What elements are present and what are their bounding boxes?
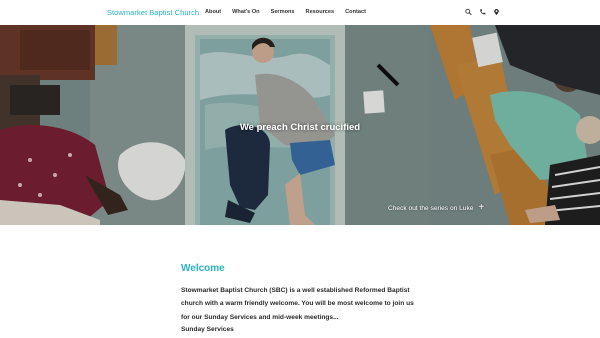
site-brand-link[interactable]: Stowmarket Baptist Church — [107, 8, 199, 17]
nav-item-resources[interactable]: Resources — [306, 9, 335, 15]
nav-item-contact[interactable]: Contact — [345, 9, 366, 15]
hero-title: We preach Christ crucified — [239, 122, 361, 133]
welcome-heading: Welcome — [181, 263, 225, 274]
site-header: Stowmarket Baptist Church About What's O… — [0, 0, 600, 25]
search-icon[interactable] — [465, 8, 472, 16]
series-link-label: Check out the series on Luke — [388, 204, 474, 212]
hero-banner: We preach Christ crucified Check out the… — [0, 25, 600, 225]
series-link[interactable]: Check out the series on Luke + — [388, 203, 484, 213]
main-nav: About What's On Sermons Resources Contac… — [205, 9, 377, 15]
welcome-section: Welcome Stowmarket Baptist Church (SBC) … — [0, 225, 600, 338]
plus-icon: + — [478, 202, 485, 213]
nav-item-whats-on[interactable]: What's On — [232, 9, 259, 15]
nav-item-sermons[interactable]: Sermons — [271, 9, 295, 15]
welcome-intro: Stowmarket Baptist Church (SBC) is a wel… — [181, 287, 414, 321]
map-pin-icon[interactable] — [493, 8, 500, 16]
nav-item-about[interactable]: About — [205, 9, 221, 15]
phone-icon[interactable] — [479, 8, 486, 16]
sunday-services-heading: Sunday Services — [181, 326, 234, 333]
header-icons — [465, 8, 500, 16]
